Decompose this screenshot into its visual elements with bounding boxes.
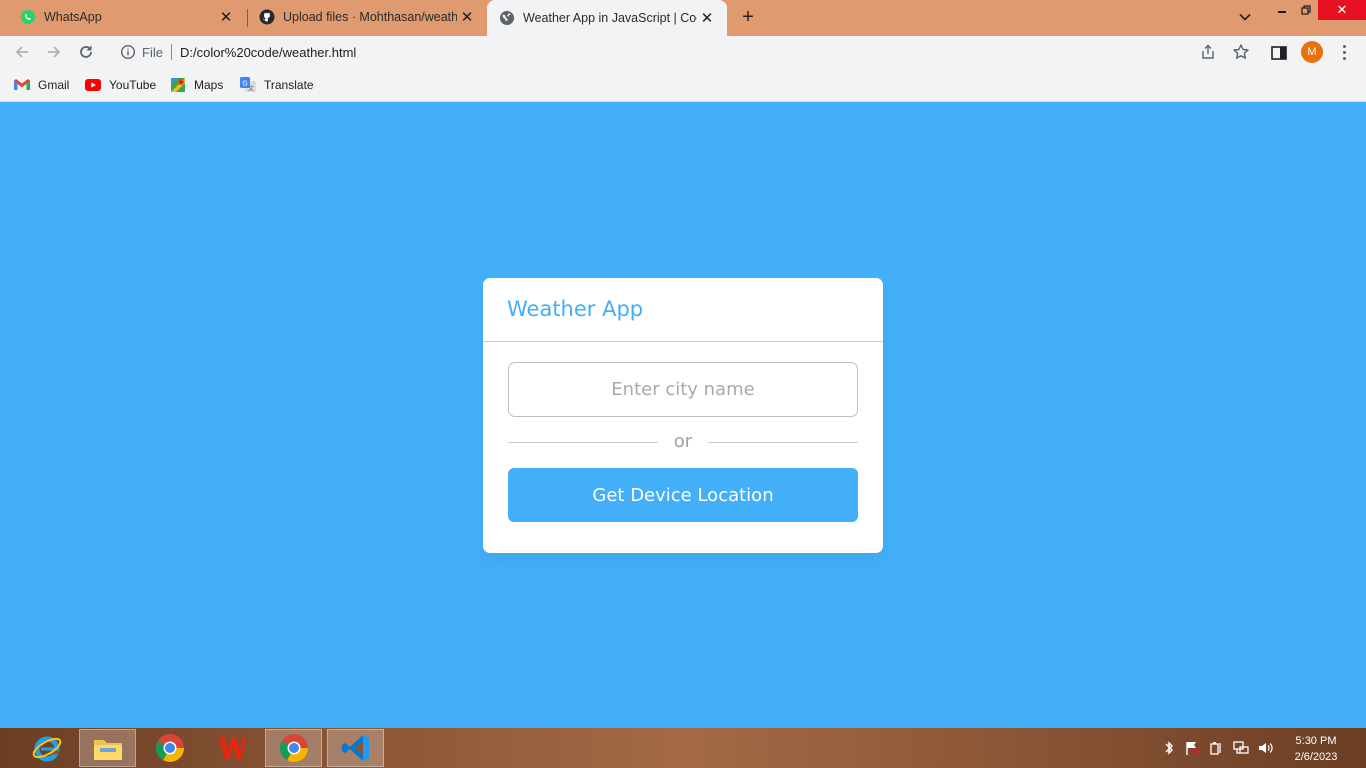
close-tab-icon[interactable]: ✕ [697, 8, 717, 28]
taskbar-vscode[interactable] [327, 729, 384, 767]
bookmark-label: YouTube [109, 78, 157, 92]
whatsapp-icon [20, 9, 36, 25]
url-text[interactable]: D:/color%20code/weather.html [180, 45, 356, 60]
page-viewport: Weather App or Get Device Location [0, 103, 1366, 728]
close-tab-icon[interactable]: ✕ [457, 7, 477, 27]
network-icon[interactable] [1233, 740, 1249, 756]
translate-icon: G文 [240, 77, 256, 93]
youtube-icon [85, 77, 101, 93]
address-bar[interactable]: File D:/color%20code/weather.html [110, 38, 1258, 66]
vscode-icon [341, 735, 369, 761]
new-tab-button[interactable]: + [736, 5, 760, 29]
close-tab-icon[interactable]: ✕ [216, 7, 236, 27]
taskbar-chrome[interactable] [141, 729, 198, 767]
taskbar-wps-office[interactable] [203, 729, 260, 767]
bookmark-gmail[interactable]: Gmail [14, 75, 69, 95]
city-name-input[interactable] [508, 362, 858, 417]
bookmark-label: Maps [194, 78, 224, 92]
file-explorer-icon [93, 740, 122, 760]
taskbar-internet-explorer[interactable] [18, 729, 75, 767]
bookmark-label: Gmail [38, 78, 70, 92]
close-icon: ✕ [1336, 2, 1348, 17]
get-device-location-button[interactable]: Get Device Location [508, 468, 858, 522]
reload-button[interactable] [74, 40, 98, 64]
wps-office-icon [218, 738, 246, 759]
card-header: Weather App [483, 278, 883, 342]
info-icon[interactable] [120, 44, 136, 60]
volume-icon[interactable] [1257, 740, 1273, 756]
browser-toolbar: File D:/color%20code/weather.html M [0, 36, 1366, 68]
globe-icon [499, 10, 515, 26]
bookmark-youtube[interactable]: YouTube [85, 75, 156, 95]
bookmark-maps[interactable]: Maps [170, 75, 223, 95]
chrome-icon [155, 734, 184, 762]
address-divider [171, 44, 172, 60]
close-window-button[interactable]: ✕ [1318, 0, 1366, 20]
forward-arrow-icon [48, 46, 61, 58]
maps-icon [170, 77, 186, 93]
internet-explorer-icon [32, 736, 61, 762]
tab-whatsapp[interactable]: WhatsApp ✕ [8, 0, 246, 34]
minimize-button[interactable] [1270, 0, 1294, 20]
side-panel-icon[interactable] [1270, 44, 1288, 62]
bookmark-star-icon[interactable] [1232, 43, 1250, 61]
power-icon[interactable] [1208, 740, 1224, 756]
weather-app-card: Weather App or Get Device Location [483, 278, 883, 553]
minimize-icon [1278, 11, 1286, 13]
tab-weather-app[interactable]: Weather App in JavaScript | Codi ✕ [487, 0, 727, 36]
bookmarks-bar: Gmail YouTube Maps G文 Translate [0, 68, 1366, 102]
gmail-icon [14, 77, 30, 93]
more-menu-icon[interactable] [1336, 42, 1352, 62]
taskbar-file-explorer[interactable] [79, 729, 136, 767]
back-button[interactable] [10, 40, 34, 64]
profile-avatar[interactable]: M [1301, 41, 1323, 63]
clock-date: 2/6/2023 [1294, 751, 1338, 763]
restore-icon [1301, 5, 1311, 15]
bookmark-label: Translate [264, 78, 314, 92]
tab-github[interactable]: Upload files · Mohthasan/weathe ✕ [247, 0, 487, 34]
forward-button[interactable] [42, 40, 66, 64]
windows-taskbar: 5:30 PM 2/6/2023 [0, 728, 1366, 768]
github-icon [259, 9, 275, 25]
bookmark-translate[interactable]: G文 Translate [240, 75, 314, 95]
restore-button[interactable] [1294, 0, 1318, 20]
taskbar-chrome-active[interactable] [265, 729, 322, 767]
chrome-icon [279, 734, 308, 762]
app-title: Weather App [507, 297, 644, 321]
system-clock[interactable]: 5:30 PM 2/6/2023 [1286, 733, 1346, 765]
tab-title: Weather App in JavaScript | Codi [523, 11, 697, 25]
or-separator: or [508, 431, 858, 453]
share-icon[interactable] [1200, 44, 1216, 60]
clock-time: 5:30 PM [1295, 735, 1337, 747]
tab-search-button[interactable] [1234, 7, 1256, 27]
back-arrow-icon [15, 46, 28, 58]
separator-line-right [708, 442, 858, 443]
svg-text:G: G [242, 80, 247, 88]
action-center-flag-icon[interactable] [1184, 740, 1200, 756]
chevron-down-icon [1239, 13, 1251, 21]
tab-title: Upload files · Mohthasan/weathe [283, 10, 457, 24]
tab-strip: WhatsApp ✕ Upload files · Mohthasan/weat… [0, 0, 1366, 36]
svg-text:文: 文 [248, 85, 254, 93]
reload-icon [80, 46, 92, 58]
url-scheme-label: File [142, 45, 163, 60]
bluetooth-icon[interactable] [1161, 740, 1177, 756]
tab-title: WhatsApp [44, 10, 102, 24]
